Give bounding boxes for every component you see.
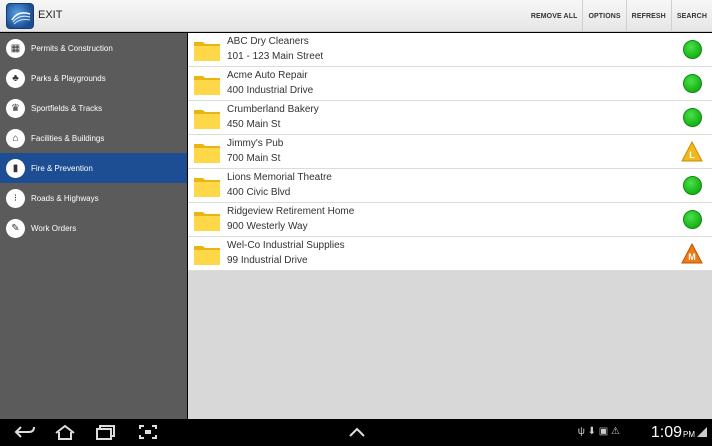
sidebar-item-parks[interactable]: ♣ Parks & Playgrounds (0, 63, 187, 93)
action-buttons: REMOVE ALL OPTIONS REFRESH SEARCH (526, 0, 712, 32)
building-icon: ▦ (6, 38, 25, 58)
business-address: 400 Industrial Drive (227, 85, 314, 96)
system-navigation-bar: ψ ⬇ ▣ ⚠ 1:09 PM (0, 419, 712, 446)
clock: 1:09 (650, 424, 682, 441)
business-address: 101 - 123 Main Street (227, 51, 324, 62)
business-address: 400 Civic Blvd (227, 187, 291, 198)
status-ok-icon (683, 108, 702, 127)
folder-icon (194, 144, 220, 163)
traffic-light-icon: ⁝ (6, 188, 25, 208)
inspection-list: ABC Dry Cleaners 101 - 123 Main Street A… (188, 33, 712, 419)
list-item[interactable]: Ridgeview Retirement Home 900 Westerly W… (188, 203, 712, 237)
sidebar-item-permits[interactable]: ▦ Permits & Construction (0, 33, 187, 63)
options-button[interactable]: OPTIONS (582, 0, 625, 32)
sidebar-item-fire[interactable]: ▮ Fire & Prevention (0, 153, 187, 183)
business-name: ABC Dry Cleaners (227, 36, 309, 47)
sidebar-item-label: Roads & Highways (31, 193, 99, 203)
business-address: 99 Industrial Drive (227, 255, 308, 266)
clock-ampm: PM (683, 430, 695, 439)
status-ok-icon (683, 176, 702, 195)
folder-icon (194, 76, 220, 95)
sidebar-item-label: Work Orders (31, 223, 77, 233)
tree-icon: ♣ (6, 68, 25, 88)
sidebar-item-label: Fire & Prevention (31, 163, 93, 173)
back-icon[interactable] (14, 424, 36, 440)
folder-icon (194, 212, 220, 231)
sidebar-item-sportfields[interactable]: ♛ Sportfields & Tracks (0, 93, 187, 123)
list-item[interactable]: Wel-Co Industrial Supplies 99 Industrial… (188, 237, 712, 271)
list-item[interactable]: Jimmy's Pub 700 Main St L (188, 135, 712, 169)
notification-icons: ψ ⬇ ▣ ⚠ (577, 426, 620, 437)
sidebar-item-facilities[interactable]: ⌂ Facilities & Buildings (0, 123, 187, 153)
list-item[interactable]: Acme Auto Repair 400 Industrial Drive (188, 67, 712, 101)
warehouse-icon: ⌂ (6, 128, 25, 148)
home-icon[interactable] (54, 424, 76, 440)
clipboard-icon: ✎ (6, 218, 25, 238)
business-address: 900 Westerly Way (227, 221, 308, 232)
exit-button[interactable]: EXIT (38, 9, 62, 21)
status-letter: L (689, 150, 695, 160)
list-item[interactable]: Lions Memorial Theatre 400 Civic Blvd (188, 169, 712, 203)
signal-icon (697, 427, 707, 437)
sidebar-item-label: Permits & Construction (31, 43, 113, 53)
category-sidebar: ▦ Permits & Construction ♣ Parks & Playg… (0, 33, 187, 419)
recent-apps-icon[interactable] (95, 424, 117, 440)
business-name: Jimmy's Pub (227, 138, 284, 149)
sidebar-item-label: Facilities & Buildings (31, 133, 105, 143)
top-action-bar: EXIT REMOVE ALL OPTIONS REFRESH SEARCH (0, 0, 712, 32)
business-name: Wel-Co Industrial Supplies (227, 240, 345, 251)
folder-icon (194, 42, 220, 61)
list-item[interactable]: ABC Dry Cleaners 101 - 123 Main Street (188, 33, 712, 67)
business-name: Lions Memorial Theatre (227, 172, 332, 183)
business-address: 450 Main St (227, 119, 281, 130)
app-logo-icon[interactable] (6, 3, 34, 29)
folder-icon (194, 178, 220, 197)
screenshot-icon[interactable] (138, 424, 158, 440)
status-ok-icon (683, 74, 702, 93)
sidebar-item-roads[interactable]: ⁝ Roads & Highways (0, 183, 187, 213)
business-name: Crumberland Bakery (227, 104, 319, 115)
search-button[interactable]: SEARCH (670, 0, 712, 32)
business-name: Acme Auto Repair (227, 70, 308, 81)
business-name: Ridgeview Retirement Home (227, 206, 355, 217)
status-ok-icon (683, 40, 702, 59)
sidebar-item-label: Sportfields & Tracks (31, 103, 103, 113)
sidebar-item-label: Parks & Playgrounds (31, 73, 106, 83)
remove-all-button[interactable]: REMOVE ALL (526, 0, 583, 32)
warning-triangle-icon: M (681, 243, 703, 264)
folder-icon (194, 110, 220, 129)
chevron-up-icon[interactable] (347, 424, 367, 440)
status-letter: M (688, 252, 696, 262)
refresh-button[interactable]: REFRESH (625, 0, 671, 32)
extinguisher-icon: ▮ (6, 158, 25, 178)
sidebar-item-work-orders[interactable]: ✎ Work Orders (0, 213, 187, 243)
status-ok-icon (683, 210, 702, 229)
trophy-icon: ♛ (6, 98, 25, 118)
list-item[interactable]: Crumberland Bakery 450 Main St (188, 101, 712, 135)
business-address: 700 Main St (227, 153, 281, 164)
folder-icon (194, 246, 220, 265)
warning-triangle-icon: L (681, 141, 703, 162)
